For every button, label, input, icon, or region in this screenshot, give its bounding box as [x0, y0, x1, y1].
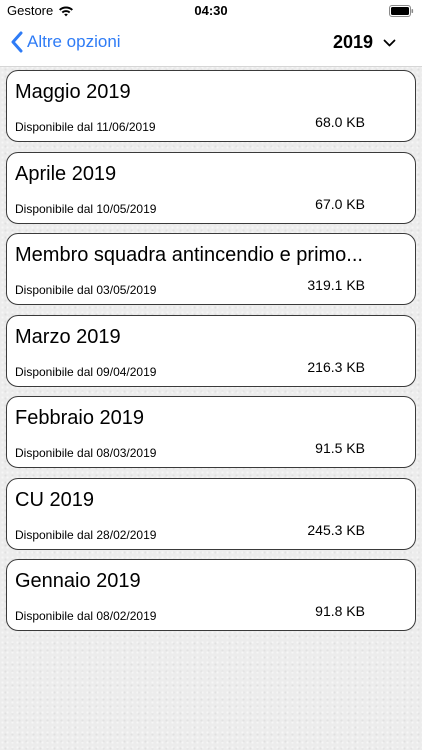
document-card[interactable]: Aprile 2019 Disponibile dal 10/05/2019 6…	[6, 151, 416, 224]
document-title: CU 2019	[15, 488, 94, 511]
document-availability-date: Disponibile dal 10/05/2019	[15, 201, 157, 216]
chevron-left-icon	[11, 31, 23, 53]
document-title: Febbraio 2019	[15, 407, 144, 429]
document-card[interactable]: Febbraio 2019 Disponibile dal 08/03/2019…	[6, 396, 416, 468]
document-card[interactable]: Membro squadra antincendio e primo... Di…	[6, 233, 416, 305]
document-availability-date: Disponibile dal 08/02/2019	[15, 609, 157, 623]
back-button-label: Altre opzioni	[27, 32, 121, 51]
document-card[interactable]: Maggio 2019 Disponibile dal 11/06/2019 6…	[6, 70, 416, 142]
year-selector-value: 2019	[332, 32, 373, 52]
document-file-size: 91.5 KB	[315, 440, 365, 456]
document-title: Aprile 2019	[15, 162, 117, 185]
year-selector[interactable]: 2019	[333, 32, 396, 53]
document-title: Membro squadra antincendio e primo...	[15, 244, 363, 266]
status-bar: Gestore 04:30	[0, 0, 422, 22]
status-time: 04:30	[194, 3, 228, 18]
document-card[interactable]: Marzo 2019 Disponibile dal 09/04/2019 21…	[6, 314, 416, 387]
document-file-size: 91.8 KB	[315, 603, 365, 619]
document-file-size: 245.3 KB	[307, 521, 365, 538]
document-availability-date: Disponibile dal 11/06/2019	[15, 120, 156, 134]
document-card[interactable]: Gennaio 2019 Disponibile dal 08/02/2019 …	[6, 559, 416, 631]
back-button[interactable]: Altre opzioni	[10, 31, 121, 53]
document-list: Maggio 2019 Disponibile dal 11/06/2019 6…	[6, 70, 416, 641]
document-availability-date: Disponibile dal 08/03/2019	[15, 446, 157, 460]
document-file-size: 216.3 KB	[307, 358, 365, 375]
document-availability-date: Disponibile dal 09/04/2019	[15, 364, 157, 379]
document-title: Gennaio 2019	[15, 570, 141, 592]
document-title: Maggio 2019	[15, 81, 131, 103]
document-file-size: 67.0 KB	[315, 195, 365, 212]
battery-icon	[389, 5, 414, 17]
chevron-down-icon	[383, 39, 396, 46]
navigation-bar: Altre opzioni 2019	[0, 22, 422, 67]
document-availability-date: Disponibile dal 03/05/2019	[15, 283, 157, 297]
document-file-size: 319.1 KB	[307, 277, 365, 293]
document-availability-date: Disponibile dal 28/02/2019	[15, 527, 157, 542]
document-file-size: 68.0 KB	[315, 114, 365, 130]
document-card[interactable]: CU 2019 Disponibile dal 28/02/2019 245.3…	[6, 477, 416, 550]
document-title: Marzo 2019	[15, 325, 121, 348]
